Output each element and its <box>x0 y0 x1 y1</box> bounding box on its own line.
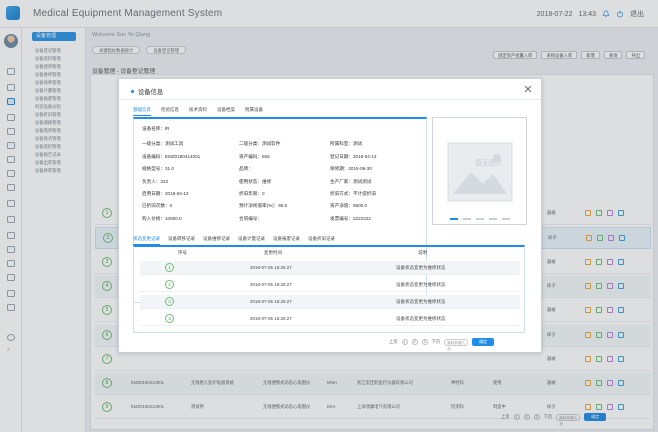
info-field: 规格型号：31.0 <box>142 166 174 172</box>
dialog-title: 设备信息 <box>131 87 163 96</box>
history-tabs: 状态变更记录 设备转移记录 设备维修记录 设备计量记录 设备报废记录 设备折旧记… <box>133 236 335 245</box>
info-field: 二级分类：测试软件 <box>239 141 281 147</box>
info-field: 所属科室：测试 <box>330 141 363 147</box>
carousel-dot[interactable] <box>463 218 471 220</box>
tab-tech-docs[interactable]: 技术资料 <box>189 107 207 116</box>
info-field: 使用状态：维修 <box>239 178 272 184</box>
info-row: 启用日期：2018-04-13 折旧年限：0 折旧方式：不计提折旧 <box>134 188 426 200</box>
info-field: 已折旧次数：0 <box>142 203 173 209</box>
info-row: 负责人：333 使用状态：维修 生产厂家：测试测试 <box>134 176 426 188</box>
info-row: 已折旧次数：0 预计净残值率(%)：95.0 资产净值：9500.0 <box>134 200 426 212</box>
info-row: 一级分类：测试工具 二级分类：测试软件 所属科室：测试 <box>134 138 426 150</box>
info-field: 品牌： <box>239 166 253 172</box>
info-field: 设备编码：EMZ0180414001 <box>142 153 201 159</box>
history-no: 4 <box>165 314 174 323</box>
history-desc: 设备状态变更为维修状态 <box>396 299 446 304</box>
carousel-dot[interactable] <box>489 218 497 220</box>
history-desc: 设备状态变更为维修状态 <box>396 265 446 270</box>
page-jump-input[interactable]: 跳转到第几页 <box>444 338 469 351</box>
image-panel: 暂无图片 <box>432 117 527 225</box>
history-row: 2 2018-07-05 16:26:27 设备状态变更为维修状态 <box>140 278 520 292</box>
history-row: 4 2018-07-05 16:26:27 设备状态变更为维修状态 <box>140 312 520 326</box>
history-desc: 设备状态变更为维修状态 <box>396 316 446 321</box>
tab-accessory[interactable]: 附属设备 <box>245 107 263 116</box>
title-dot-icon <box>131 90 134 93</box>
page-num[interactable]: 2 <box>411 339 418 345</box>
info-tabs: 基础信息 检验信息 技术资料 设备档案 附属设备 <box>133 107 263 116</box>
image-placeholder-icon <box>447 142 513 202</box>
tab-status-history[interactable]: 状态变更记录 <box>133 236 160 245</box>
page-num[interactable]: 3 <box>421 339 428 345</box>
col-header-no: 序号 <box>178 250 187 255</box>
history-time: 2018-07-05 16:26:27 <box>250 265 292 270</box>
carousel-dot[interactable] <box>476 218 484 220</box>
history-no: 1 <box>165 263 174 272</box>
col-header-time: 变更时间 <box>264 250 282 255</box>
info-field: 折旧年限：0 <box>239 191 265 196</box>
dialog-title-text: 设备信息 <box>138 89 164 96</box>
info-field: 负责人：333 <box>142 178 169 184</box>
page-num[interactable]: 1 <box>401 339 408 345</box>
info-field: 一级分类：测试工具 <box>142 141 184 147</box>
info-field: 发票编号：2222222 <box>330 215 371 221</box>
history-time: 2018-07-05 16:26:27 <box>250 299 292 304</box>
equipment-info-dialog: 设备信息 基础信息 检验信息 技术资料 设备档案 附属设备 设备名称：lR 一级分… <box>118 78 542 353</box>
history-time: 2018-07-05 16:26:27 <box>250 282 292 287</box>
history-time: 2018-07-05 16:26:27 <box>250 316 292 321</box>
info-field: 保修期：2018-09-30 <box>330 166 372 172</box>
col-header-desc: 说明 <box>418 250 427 255</box>
info-field: 折旧方式：不计提折旧 <box>330 191 376 196</box>
carousel-dots <box>450 218 510 220</box>
prev-page[interactable]: 上页 <box>389 339 398 345</box>
info-field: 合同编号： <box>239 215 262 221</box>
info-field: 启用日期：2018-04-13 <box>142 191 189 196</box>
info-row: 购入价格：10000.0 合同编号： 发票编号：2222222 <box>134 213 426 225</box>
history-row: 3 2018-07-05 16:26:27 设备状态变更为维修状态 <box>140 295 520 309</box>
carousel-dot[interactable] <box>450 218 458 220</box>
tab-basic-info[interactable]: 基础信息 <box>133 107 151 116</box>
info-field: 资产净值：9500.0 <box>330 203 368 209</box>
tab-metering-history[interactable]: 设备计量记录 <box>238 236 265 245</box>
dialog-divider <box>119 99 541 100</box>
history-pager: 上页 1 2 3 下页 跳转到第几页 确定 <box>389 338 495 351</box>
history-no: 2 <box>165 280 174 289</box>
history-row: 1 2018-07-05 16:26:27 设备状态变更为维修状态 <box>140 261 520 275</box>
close-icon[interactable] <box>523 84 533 94</box>
tab-scrap-history[interactable]: 设备报废记录 <box>273 236 300 245</box>
info-row: 设备名称：lR <box>134 123 426 135</box>
history-desc: 设备状态变更为维修状态 <box>396 282 446 287</box>
info-field: 资产编码：555 <box>239 153 270 159</box>
info-row: 规格型号：31.0 品牌： 保修期：2018-09-30 <box>134 163 426 175</box>
info-field: 购入价格：10000.0 <box>142 215 182 221</box>
status-history-table: 序号 变更时间 说明 1 2018-07-05 16:26:27 设备状态变更为维修… <box>133 245 525 333</box>
tab-transfer-history[interactable]: 设备转移记录 <box>168 236 195 245</box>
tab-depreciation-history[interactable]: 设备折旧记录 <box>308 236 335 245</box>
info-field: 预计净残值率(%)：95.0 <box>239 203 288 209</box>
info-field: 生产厂家：测试测试 <box>330 178 372 184</box>
info-field: 设备名称：lR <box>142 126 170 131</box>
tab-archive[interactable]: 设备档案 <box>217 107 235 116</box>
carousel-dot[interactable] <box>502 218 510 220</box>
history-no: 3 <box>165 297 174 306</box>
page-go-button[interactable]: 确定 <box>472 338 495 346</box>
image-placeholder-text: 暂无图片 <box>475 160 503 167</box>
tab-repair-history[interactable]: 设备维修记录 <box>203 236 230 245</box>
info-row: 设备编码：EMZ0180414001 资产编码：555 登记日期：2018-04-1… <box>134 151 426 163</box>
next-page[interactable]: 下页 <box>432 339 441 345</box>
info-field: 登记日期：2018-04-13 <box>330 153 377 159</box>
history-header: 序号 变更时间 说明 <box>134 250 524 258</box>
tab-inspection[interactable]: 检验信息 <box>161 107 179 116</box>
